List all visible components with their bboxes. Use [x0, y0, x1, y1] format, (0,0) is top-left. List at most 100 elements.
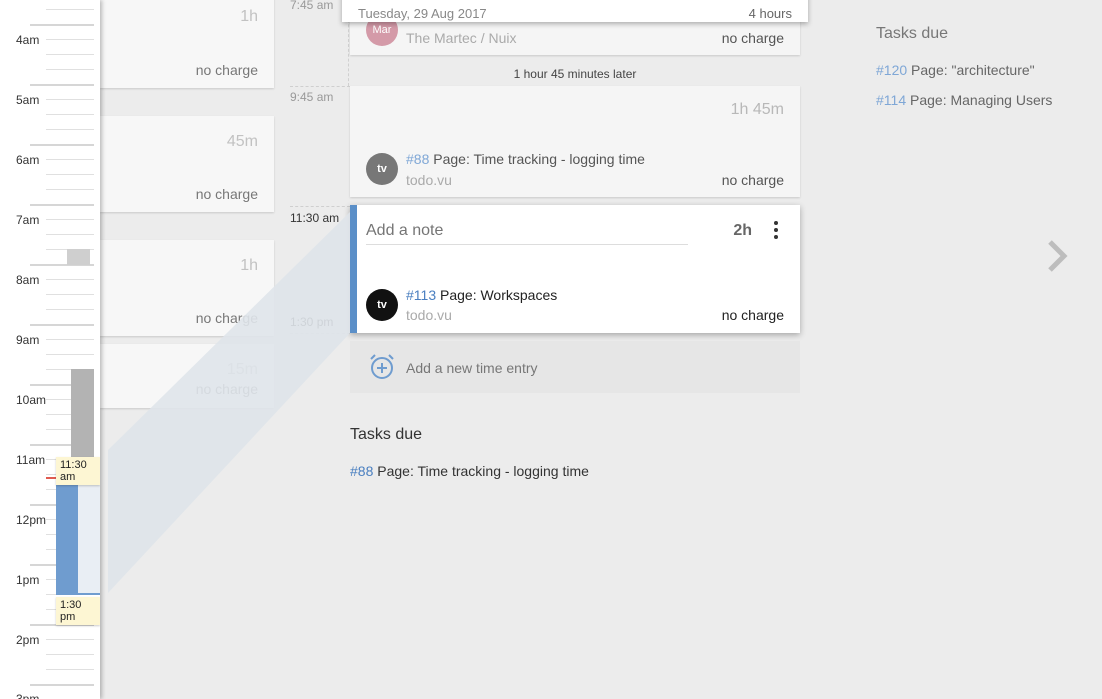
hour-label: 6am [16, 153, 40, 167]
tooltip-total: 4 hours [748, 6, 792, 21]
time-entry-card[interactable]: 15m no charge [100, 344, 274, 408]
tasks-due-title: Tasks due [350, 426, 423, 443]
quarter-tick [46, 654, 94, 655]
task-number[interactable]: #88 [406, 151, 429, 167]
alarm-add-icon [370, 354, 394, 379]
avatar: tv [366, 289, 398, 321]
active-time-entry-card[interactable]: 2h tv #113 Page: Workspaces todo.vu no c… [350, 205, 800, 333]
entry-project: todo.vu [406, 307, 452, 323]
quarter-tick [46, 39, 94, 40]
task-due-item[interactable]: #120 Page: "architecture" [876, 62, 1035, 78]
tasks-due-title: Tasks due [876, 25, 949, 42]
entry-task[interactable]: #88 Page: Time tracking - logging time [406, 151, 645, 167]
tooltip-date: Tuesday, 29 Aug 2017 [358, 6, 487, 21]
quarter-tick [46, 219, 94, 220]
end-time-tag[interactable]: 1:30 pm [56, 597, 100, 625]
quarter-tick [46, 309, 94, 310]
entry-duration: 15m [226, 361, 258, 378]
entry-task[interactable]: #113 Page: Workspaces [406, 287, 557, 303]
entry-duration: 45m [226, 133, 258, 150]
hour-label: 10am [16, 393, 47, 407]
hour-label: 2pm [16, 633, 40, 647]
quarter-tick [46, 294, 94, 295]
task-number[interactable]: #120 [876, 62, 907, 78]
hour-tick [30, 324, 94, 326]
time-entry-card[interactable]: 1h no charge [100, 240, 274, 336]
quarter-tick [46, 669, 94, 670]
more-vert-icon[interactable] [768, 220, 784, 240]
entry-project: todo.vu [406, 172, 452, 188]
gap-label: 1 hour 45 minutes later [513, 67, 637, 81]
hour-label: 8am [16, 273, 40, 287]
hour-label: 11am [16, 453, 46, 467]
task-number[interactable]: #114 [876, 92, 906, 108]
entry-charge: no charge [721, 172, 784, 188]
quarter-tick [46, 234, 94, 235]
hour-tick [30, 144, 94, 146]
quarter-tick [46, 69, 94, 70]
selected-time-block[interactable] [56, 474, 78, 595]
hour-tick [30, 684, 94, 686]
quarter-tick [46, 159, 94, 160]
hour-label: 7am [16, 213, 40, 227]
task-due-item[interactable]: #88 Page: Time tracking - logging time [350, 463, 589, 479]
hour-label: 12pm [16, 513, 47, 527]
selection-range[interactable] [78, 474, 100, 595]
quarter-tick [46, 54, 94, 55]
time-ruler[interactable]: 4am 5am 6am 7am 8am 9am 10am 11am 12pm 1… [0, 0, 100, 699]
start-time-tag[interactable]: 11:30 am [56, 457, 100, 485]
time-label: 9:45 am [290, 90, 334, 104]
hour-label: 3pm [16, 692, 40, 699]
entry-duration: 1h [240, 8, 258, 25]
time-label: 11:30 am [290, 211, 340, 225]
quarter-tick [46, 99, 94, 100]
entry-project: The Martec / Nuix [406, 30, 517, 46]
task-title: Page: Workspaces [440, 287, 558, 303]
hour-label: 9am [16, 333, 40, 347]
add-entry-label: Add a new time entry [406, 360, 538, 376]
hour-tick [30, 204, 94, 206]
task-title: Page: "architecture" [911, 62, 1035, 78]
quarter-tick [46, 174, 94, 175]
note-input[interactable] [366, 217, 688, 245]
add-time-entry-button[interactable]: Add a new time entry [350, 341, 800, 393]
hour-label: 5am [16, 93, 40, 107]
quarter-tick [46, 9, 94, 10]
time-label: 7:45 am [290, 0, 334, 12]
hour-label: 1pm [16, 573, 40, 587]
hour-tick [30, 84, 94, 86]
time-entry-card[interactable]: 1h 45m tv #88 Page: Time tracking - logg… [350, 86, 800, 197]
time-guide [290, 333, 350, 334]
entry-charge[interactable]: no charge [722, 307, 784, 323]
quarter-tick [46, 129, 94, 130]
task-title: Page: Time tracking - logging time [377, 463, 589, 479]
task-number[interactable]: #113 [406, 287, 436, 303]
time-guide [290, 86, 350, 87]
date-tooltip: Tuesday, 29 Aug 2017 4 hours [342, 0, 808, 22]
entry-duration: 1h 45m [730, 101, 784, 118]
entry-charge: no charge [195, 186, 258, 202]
time-entry-card[interactable]: 45m no charge [100, 116, 274, 212]
time-label: 1:30 pm [290, 315, 334, 329]
time-entry-card[interactable]: 1h no charge [100, 0, 274, 88]
quarter-tick [46, 189, 94, 190]
quarter-tick [46, 114, 94, 115]
entry-charge: no charge [195, 62, 258, 78]
task-title: Page: Time tracking - logging time [433, 151, 645, 167]
entry-duration[interactable]: 2h [733, 222, 752, 240]
chevron-right-icon[interactable] [1040, 236, 1076, 276]
entry-duration: 1h [240, 257, 258, 274]
time-guide [290, 206, 350, 207]
hour-tick [30, 24, 94, 26]
quarter-tick [46, 639, 94, 640]
entry-charge: no charge [195, 381, 258, 397]
quarter-tick [46, 354, 94, 355]
task-number[interactable]: #88 [350, 463, 373, 479]
quarter-tick [46, 279, 94, 280]
avatar: tv [366, 153, 398, 185]
quarter-tick [46, 339, 94, 340]
task-due-item[interactable]: #114 Page: Managing Users [876, 92, 1052, 108]
time-block[interactable] [67, 249, 90, 265]
entry-charge: no charge [721, 30, 784, 46]
entry-charge: no charge [195, 310, 258, 326]
